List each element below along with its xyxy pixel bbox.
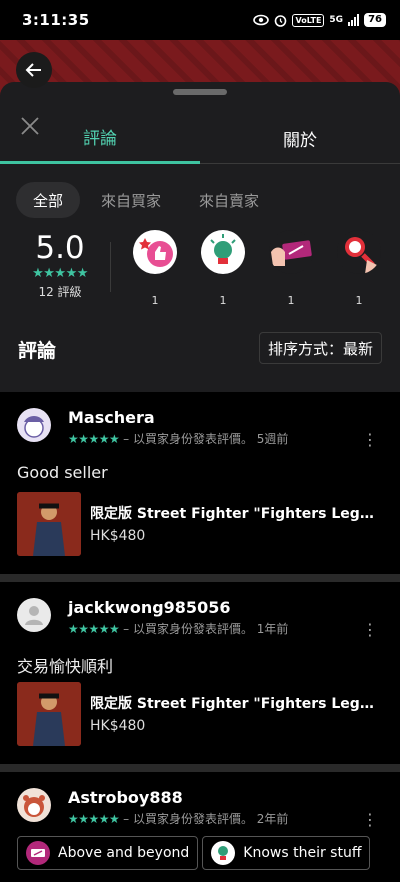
review-meta-text: – 以買家身份發表評價。 1年前 — [123, 622, 289, 636]
magnifier-icon — [337, 230, 381, 274]
item-thumbnail[interactable] — [17, 682, 81, 746]
network-label: 5G — [329, 15, 344, 25]
tag-label: Above and beyond — [58, 845, 190, 861]
avatar[interactable] — [17, 598, 51, 632]
reviews-heading: 評論 — [18, 340, 57, 362]
review-stars: ★★★★★ — [68, 622, 120, 636]
avatar[interactable] — [17, 788, 51, 822]
tab-bar: 評論 關於 — [0, 112, 400, 164]
item-title[interactable]: 限定版 Street Fighter "Fighters Legen… — [90, 693, 382, 713]
rating-summary: 5.0 ★★★★★ 12 評級 — [20, 230, 100, 300]
filter-all[interactable]: 全部 — [16, 182, 81, 218]
review-meta-text: – 以買家身份發表評價。 2年前 — [123, 812, 289, 826]
badge-magnifier[interactable]: 1 — [335, 230, 383, 307]
filter-from-buyers[interactable]: 來自買家 — [84, 182, 178, 218]
reviewer-name[interactable]: Astroboy888 — [68, 788, 183, 807]
rating-score: 5.0 — [35, 230, 85, 266]
avatar[interactable] — [17, 408, 51, 442]
review-meta: ★★★★★ – 以買家身份發表評價。 5週前 — [68, 430, 288, 447]
reviews-list: Maschera ★★★★★ – 以買家身份發表評價。 5週前 ⋮ Good s… — [0, 392, 400, 882]
review-item: Maschera ★★★★★ – 以買家身份發表評價。 5週前 ⋮ Good s… — [0, 392, 400, 574]
tag-label: Knows their stuff — [243, 845, 362, 861]
review-stars: ★★★★★ — [68, 432, 120, 446]
battery-icon: 76 — [364, 13, 386, 27]
review-meta: ★★★★★ – 以買家身份發表評價。 2年前 — [68, 810, 288, 827]
review-filter-chips: 全部 來自買家 來自賣家 — [16, 182, 276, 218]
review-separator — [0, 764, 400, 772]
review-text: 交易愉快順利 — [17, 657, 114, 676]
rating-stars: ★★★★★ — [32, 266, 88, 281]
close-icon[interactable] — [18, 114, 42, 138]
tag-knows-their-stuff[interactable]: Knows their stuff — [202, 836, 371, 870]
more-options-icon[interactable]: ⋮ — [362, 620, 378, 639]
review-separator — [0, 574, 400, 582]
filter-from-sellers[interactable]: 來自賣家 — [182, 182, 276, 218]
rating-count: 12 評級 — [38, 285, 82, 299]
back-button[interactable] — [16, 52, 52, 88]
review-meta: ★★★★★ – 以買家身份發表評價。 1年前 — [68, 620, 288, 637]
review-item: jackkwong985056 ★★★★★ – 以買家身份發表評價。 1年前 ⋮… — [0, 582, 400, 764]
badge-count: 1 — [219, 294, 227, 307]
thumbs-up-star-icon — [133, 230, 177, 274]
badge-thumbs-up[interactable]: 1 — [131, 230, 179, 307]
item-price: HK$480 — [90, 718, 146, 734]
sort-dropdown[interactable]: 排序方式：最新 — [258, 332, 382, 364]
status-bar: 3:11:35 VoLTE 5G 76 — [0, 0, 400, 40]
badge-ticket[interactable]: 1 — [267, 230, 315, 307]
badge-count: 1 — [151, 294, 159, 307]
review-meta-text: – 以買家身份發表評價。 5週前 — [123, 432, 289, 446]
compliment-tags: Above and beyond Knows their stuff — [0, 836, 400, 882]
tab-about[interactable]: 關於 — [200, 112, 400, 164]
signal-icon — [348, 14, 360, 26]
badge-lightbulb[interactable]: 1 — [199, 230, 247, 307]
sheet-drag-handle[interactable] — [173, 89, 227, 95]
status-time: 3:11:35 — [22, 11, 90, 29]
ticket-icon — [26, 841, 50, 865]
arrow-left-icon — [25, 63, 41, 77]
ticket-hands-icon — [269, 230, 313, 274]
more-options-icon[interactable]: ⋮ — [362, 810, 378, 829]
tag-above-and-beyond[interactable]: Above and beyond — [17, 836, 199, 870]
lightbulb-icon — [211, 841, 236, 865]
alarm-icon — [275, 14, 287, 27]
item-thumbnail[interactable] — [17, 492, 81, 556]
badge-count: 1 — [355, 294, 363, 307]
lightbulb-icon — [201, 230, 245, 274]
more-options-icon[interactable]: ⋮ — [362, 430, 378, 449]
badge-count: 1 — [287, 294, 295, 307]
volte-badge: VoLTE — [292, 13, 325, 27]
reviewer-name[interactable]: Maschera — [68, 408, 155, 427]
review-text: Good seller — [17, 463, 108, 482]
item-title[interactable]: 限定版 Street Fighter "Fighters Legen… — [90, 503, 382, 523]
item-price: HK$480 — [90, 528, 146, 544]
status-icons: VoLTE 5G 76 — [253, 13, 386, 27]
summary-divider — [110, 242, 111, 292]
eye-icon — [253, 14, 270, 26]
review-stars: ★★★★★ — [68, 812, 120, 826]
reviewer-name[interactable]: jackkwong985056 — [68, 598, 230, 617]
